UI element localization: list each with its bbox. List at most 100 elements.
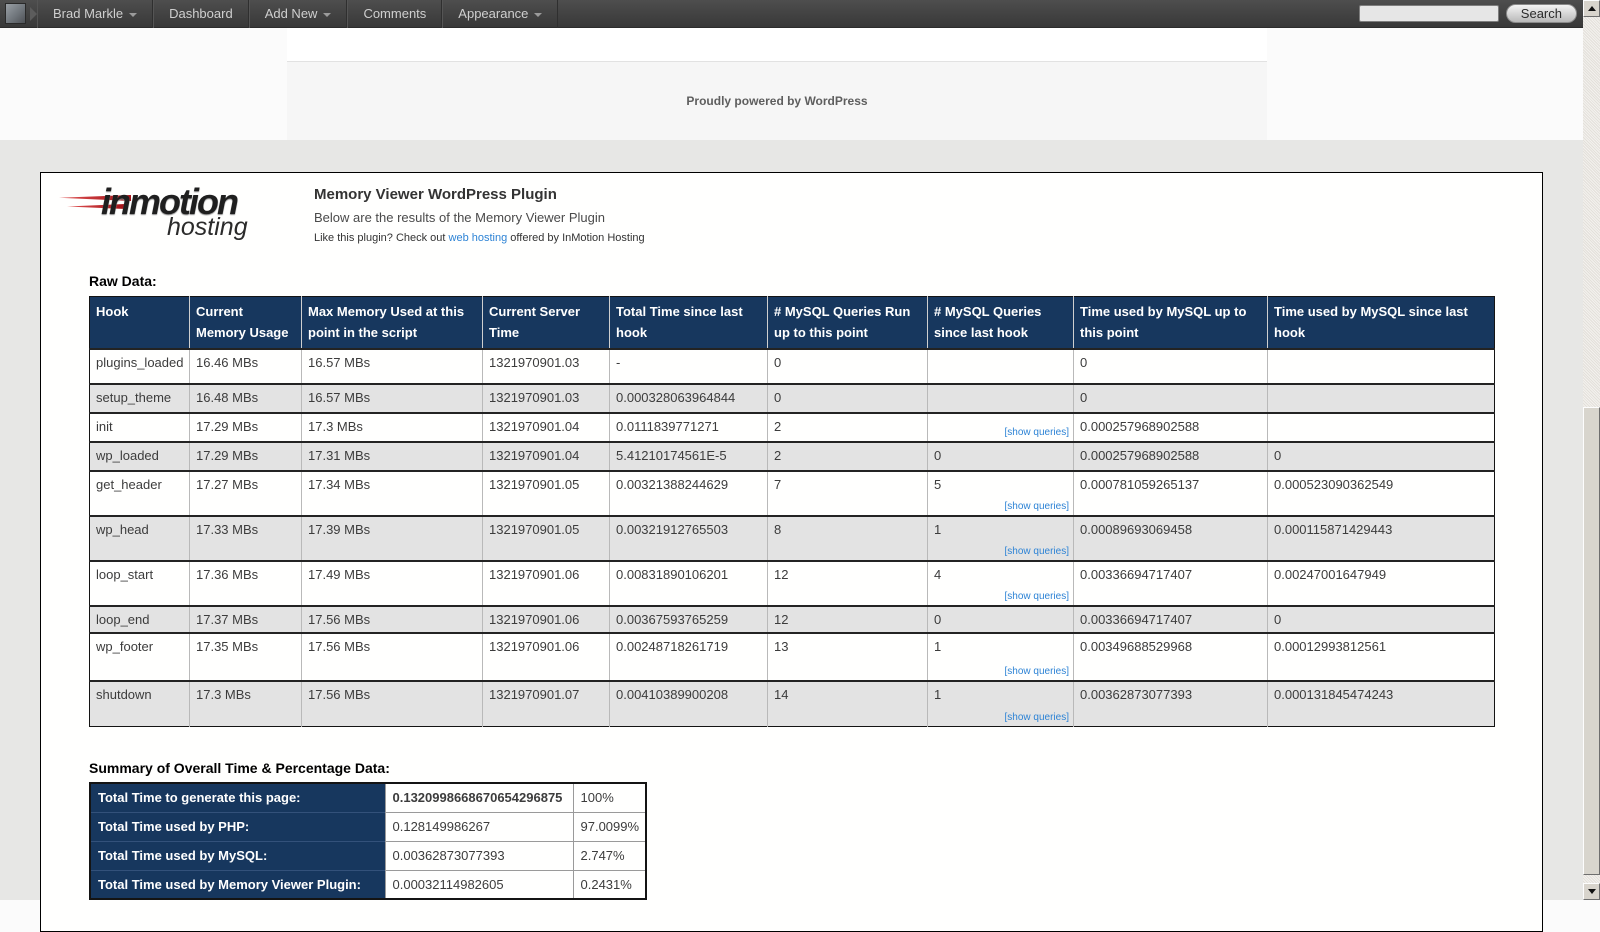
cell-mysql-time-since	[1268, 349, 1495, 384]
dashboard-label: Dashboard	[169, 0, 233, 28]
cell-max-memory: 17.34 MBs	[302, 471, 483, 516]
cell-mysql-time-upto: 0.00349688529968	[1074, 633, 1268, 681]
vertical-scrollbar[interactable]	[1583, 0, 1600, 900]
cell-total-time: 0.00248718261719	[610, 633, 768, 681]
appearance-label: Appearance	[458, 0, 528, 28]
cell-current-memory: 17.37 MBs	[190, 606, 302, 633]
cell-queries-since: 1 [show queries]	[928, 516, 1074, 561]
cell-hook: get_header	[90, 471, 190, 516]
cell-max-memory: 16.57 MBs	[302, 349, 483, 384]
cell-mysql-time-upto: 0.000257968902588	[1074, 442, 1268, 471]
cell-max-memory: 17.56 MBs	[302, 606, 483, 633]
cell-mysql-time-since	[1268, 384, 1495, 413]
table-row: get_header 17.27 MBs 17.34 MBs 132197090…	[90, 471, 1495, 516]
table-header-row: Hook Current Memory Usage Max Memory Use…	[90, 297, 1495, 349]
cell-total-time: 0.000328063964844	[610, 384, 768, 413]
cell-hook: loop_end	[90, 606, 190, 633]
site-footer-credit: Proudly powered by WordPress	[686, 94, 867, 108]
cell-mysql-time-since: 0	[1268, 606, 1495, 633]
show-queries-link[interactable]: [show queries]	[1005, 666, 1069, 677]
cell-current-memory: 17.35 MBs	[190, 633, 302, 681]
cell-queries-run: 0	[768, 349, 928, 384]
cell-queries-since: 0	[928, 606, 1074, 633]
cell-queries-run: 0	[768, 384, 928, 413]
cell-max-memory: 17.39 MBs	[302, 516, 483, 561]
cell-queries-since	[928, 349, 1074, 384]
summary-percent: 97.0099%	[573, 812, 646, 841]
show-queries-link[interactable]: [show queries]	[1005, 546, 1069, 557]
col-header-current-memory: Current Memory Usage	[190, 297, 302, 349]
cell-hook: wp_head	[90, 516, 190, 561]
queries-since-value: 1	[934, 639, 941, 654]
summary-label: Total Time used by MySQL:	[90, 841, 385, 870]
cell-server-time: 1321970901.05	[483, 471, 610, 516]
summary-label: Total Time to generate this page:	[90, 783, 385, 812]
avatar[interactable]	[5, 3, 26, 24]
queries-since-value: 0	[934, 612, 941, 627]
admin-bar-add-new-menu[interactable]: Add New	[249, 0, 348, 28]
cell-current-memory: 17.3 MBs	[190, 681, 302, 727]
show-queries-link[interactable]: [show queries]	[1005, 501, 1069, 512]
cell-max-memory: 17.56 MBs	[302, 633, 483, 681]
summary-value: 0.128149986267	[385, 812, 573, 841]
account-menu-label: Brad Markle	[53, 0, 123, 28]
cell-mysql-time-upto: 0.00336694717407	[1074, 606, 1268, 633]
wordpress-page-column: Proudly powered by WordPress	[287, 28, 1267, 140]
summary-table: Total Time to generate this page: 0.1320…	[89, 782, 647, 900]
cell-queries-run: 13	[768, 633, 928, 681]
admin-bar-account-menu[interactable]: Brad Markle	[37, 0, 153, 28]
summary-value: 0.00032114982605	[385, 870, 573, 899]
cell-total-time: 0.00367593765259	[610, 606, 768, 633]
queries-since-value: 1	[934, 522, 941, 537]
cell-mysql-time-upto: 0	[1074, 384, 1268, 413]
memory-viewer-panel: inmotion hosting Memory Viewer WordPress…	[40, 172, 1543, 932]
search-input[interactable]	[1359, 5, 1499, 22]
summary-value: 0.1320998668670654296875	[385, 783, 573, 812]
table-row: wp_head 17.33 MBs 17.39 MBs 1321970901.0…	[90, 516, 1495, 561]
table-row: plugins_loaded 16.46 MBs 16.57 MBs 13219…	[90, 349, 1495, 384]
show-queries-link[interactable]: [show queries]	[1005, 591, 1069, 602]
cell-max-memory: 17.49 MBs	[302, 561, 483, 606]
cell-total-time: 0.00410389900208	[610, 681, 768, 727]
cell-total-time: 0.00321388244629	[610, 471, 768, 516]
scroll-down-button[interactable]	[1583, 883, 1600, 900]
cell-current-memory: 17.27 MBs	[190, 471, 302, 516]
cell-max-memory: 17.3 MBs	[302, 413, 483, 442]
summary-percent: 0.2431%	[573, 870, 646, 899]
plugin-tagline: Like this plugin? Check out web hosting …	[314, 232, 645, 244]
table-row: wp_footer 17.35 MBs 17.56 MBs 1321970901…	[90, 633, 1495, 681]
cell-mysql-time-upto: 0.000781059265137	[1074, 471, 1268, 516]
cell-queries-run: 7	[768, 471, 928, 516]
triangle-down-icon	[1588, 889, 1596, 894]
col-header-queries-run: # MySQL Queries Run up to this point	[768, 297, 928, 349]
wp-admin-bar: Brad Markle Dashboard Add New Comments A…	[0, 0, 1600, 28]
col-header-server-time: Current Server Time	[483, 297, 610, 349]
cell-queries-since: 4[show queries]	[928, 561, 1074, 606]
web-hosting-link[interactable]: web hosting	[449, 232, 508, 244]
cell-server-time: 1321970901.04	[483, 442, 610, 471]
cell-mysql-time-since: 0.00012993812561	[1268, 633, 1495, 681]
cell-current-memory: 17.29 MBs	[190, 442, 302, 471]
cell-mysql-time-upto: 0.00336694717407	[1074, 561, 1268, 606]
scroll-up-button[interactable]	[1583, 0, 1600, 17]
cell-hook: plugins_loaded	[90, 349, 190, 384]
cell-queries-run: 12	[768, 606, 928, 633]
cell-mysql-time-upto: 0.00362873077393	[1074, 681, 1268, 727]
cell-hook: loop_start	[90, 561, 190, 606]
tagline-prefix: Like this plugin? Check out	[314, 232, 449, 244]
cell-hook: wp_footer	[90, 633, 190, 681]
cell-server-time: 1321970901.05	[483, 516, 610, 561]
admin-bar-comments[interactable]: Comments	[347, 0, 442, 28]
show-queries-link[interactable]: [show queries]	[1005, 427, 1069, 438]
admin-bar-dashboard[interactable]: Dashboard	[153, 0, 249, 28]
cell-hook: wp_loaded	[90, 442, 190, 471]
cell-current-memory: 16.46 MBs	[190, 349, 302, 384]
cell-queries-run: 14	[768, 681, 928, 727]
cell-hook: shutdown	[90, 681, 190, 727]
show-queries-link[interactable]: [show queries]	[1005, 712, 1069, 723]
admin-bar-appearance-menu[interactable]: Appearance	[442, 0, 558, 28]
scrollbar-thumb[interactable]	[1583, 407, 1600, 875]
col-header-total-time: Total Time since last hook	[610, 297, 768, 349]
search-button[interactable]: Search	[1506, 4, 1577, 23]
cell-total-time: 0.00321912765503	[610, 516, 768, 561]
